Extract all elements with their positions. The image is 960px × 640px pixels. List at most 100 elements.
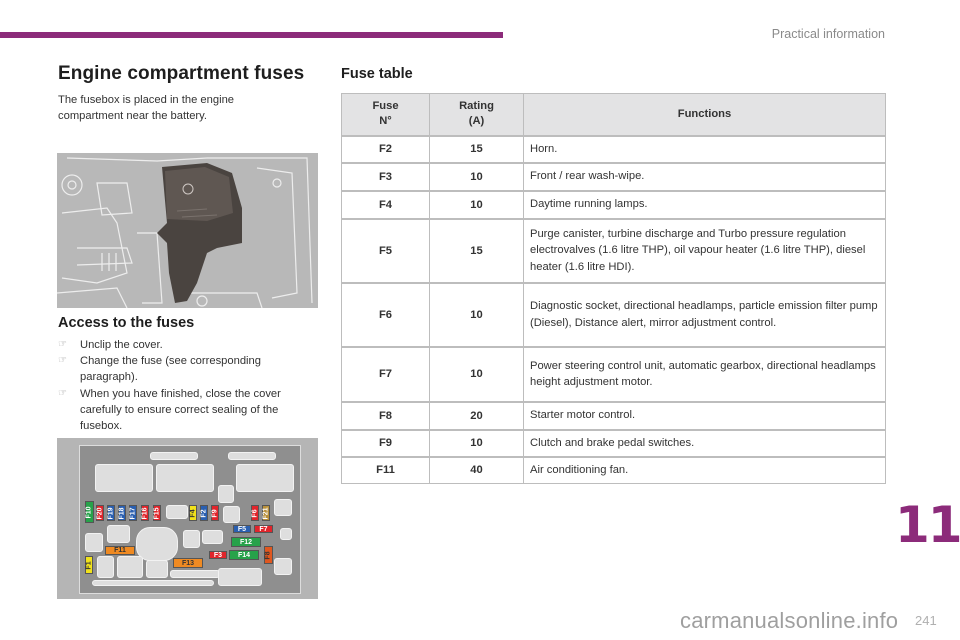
table-row: F5 15 Purge canister, turbine discharge an… [341,217,886,283]
relay-block [183,530,200,548]
table-row: F3 10 Front / rear wash-wipe. [341,161,886,191]
relay-block [202,530,223,544]
fuse-f2: F2 [200,505,208,521]
header-accent-bar [0,32,503,38]
fuse-f8: F8 [264,546,273,564]
fuse-number: F11 [341,455,430,484]
relay-block [280,528,292,540]
fuse-number: F7 [341,345,430,402]
fusebox-cover-drawing [57,153,318,308]
access-steps-list: ☞ Unclip the cover. ☞ Change the fuse (see… [58,337,318,434]
table-row: F6 10 Diagnostic socket, directional headl… [341,281,886,347]
fuse-f3: F3 [209,551,227,559]
fuse-number: F6 [341,281,430,347]
fuse-rating: 10 [429,345,524,402]
column-header-rating: Rating (A) [429,93,524,136]
fusebox-slot [228,452,276,460]
fuse-rating: 10 [429,161,524,191]
fuse-f6: F6 [251,505,259,521]
fuse-f4: F4 [189,505,197,521]
relay-block [97,556,114,578]
fuse-rating: 15 [429,134,524,163]
fuse-function: Starter motor control. [523,400,886,430]
round-relay [136,527,178,561]
column-header-functions: Functions [523,93,886,136]
fuse-f12: F12 [231,537,261,547]
column-header-fuse: Fuse N° [341,93,430,136]
fuse-number: F2 [341,134,430,163]
fuse-function: Horn. [523,134,886,163]
fuse-f20: F20 [96,505,104,521]
engine-compartment-illustration [57,153,318,308]
fuse-f21: F21 [262,505,270,521]
relay-block [156,464,214,492]
access-step: ☞ When you have finished, close the cover… [58,387,281,433]
chapter-number: 11 [895,496,960,554]
relay-block [85,533,103,552]
table-row: F2 15 Horn. [341,134,886,163]
relay-block [107,525,130,543]
fuse-f11: F11 [105,546,135,555]
fuse-function: Air conditioning fan. [523,455,886,484]
fuse-f5: F5 [233,525,251,533]
fuse-f18: F18 [118,505,126,521]
intro-text: The fusebox is placed in the engine comp… [58,94,235,122]
fuse-f10: F10 [85,501,94,523]
pointing-hand-icon: ☞ [58,339,67,350]
relay-block [166,505,188,519]
watermark: carmanualsonline.info [680,608,899,633]
access-step: ☞ Unclip the cover. [58,337,318,353]
fuse-f1: F1 [85,556,93,574]
table-row: F11 40 Air conditioning fan. [341,455,886,484]
fusebox-slot [170,570,220,578]
fusebox-diagram: F10 F20 F19 F18 F17 F16 F15 F4 F2 F9 F6 … [57,438,318,599]
fuse-rating: 10 [429,189,524,219]
fuse-rating: 10 [429,428,524,457]
table-row: F8 20 Starter motor control. [341,400,886,430]
section-header: Practical information [771,27,885,41]
pointing-hand-icon: ☞ [58,355,67,367]
fusebox-slot [92,580,214,586]
fuse-rating: 40 [429,455,524,484]
page-title: Engine compartment fuses [58,63,305,84]
relay-block [117,556,143,578]
fuse-function: Diagnostic socket, directional headlamps… [523,281,886,347]
fuse-f14: F14 [229,550,259,560]
fuse-number: F4 [341,189,430,219]
fuse-number: F9 [341,428,430,457]
relay-block [274,499,292,516]
fuse-rating: 15 [429,217,524,283]
relay-block [218,485,234,503]
fuse-f9: F9 [211,505,219,521]
table-row: F9 10 Clutch and brake pedal switches. [341,428,886,457]
relay-block [274,558,292,575]
access-section-title: Access to the fuses [58,315,195,331]
fuse-function: Daytime running lamps. [523,189,886,219]
fuse-number: F3 [341,161,430,191]
fuse-table-title: Fuse table [341,66,413,82]
pointing-hand-icon: ☞ [58,387,67,399]
fuse-function: Power steering control unit, automatic g… [523,345,886,402]
access-step: ☞ Change the fuse (see corresponding para… [58,355,261,384]
table-header-row: Fuse N° Rating (A) Functions [341,93,886,136]
relay-block [146,560,168,578]
relay-block [95,464,153,492]
fuse-f15: F15 [153,505,161,521]
fuse-number: F8 [341,400,430,430]
relay-block [223,506,240,523]
fuse-rating: 10 [429,281,524,347]
fuse-function: Front / rear wash-wipe. [523,161,886,191]
fuse-function: Purge canister, turbine discharge and Tu… [523,217,886,283]
fuse-function: Clutch and brake pedal switches. [523,428,886,457]
fuse-f17: F17 [129,505,137,521]
fuse-f7: F7 [254,525,273,533]
table-row: F4 10 Daytime running lamps. [341,189,886,219]
fuse-number: F5 [341,217,430,283]
fuse-f13: F13 [173,558,203,568]
relay-block [236,464,294,492]
fusebox-panel: F10 F20 F19 F18 F17 F16 F15 F4 F2 F9 F6 … [79,445,301,594]
fuse-f16: F16 [141,505,149,521]
fusebox-slot [150,452,198,460]
fuse-f19: F19 [107,505,115,521]
fuse-rating: 20 [429,400,524,430]
